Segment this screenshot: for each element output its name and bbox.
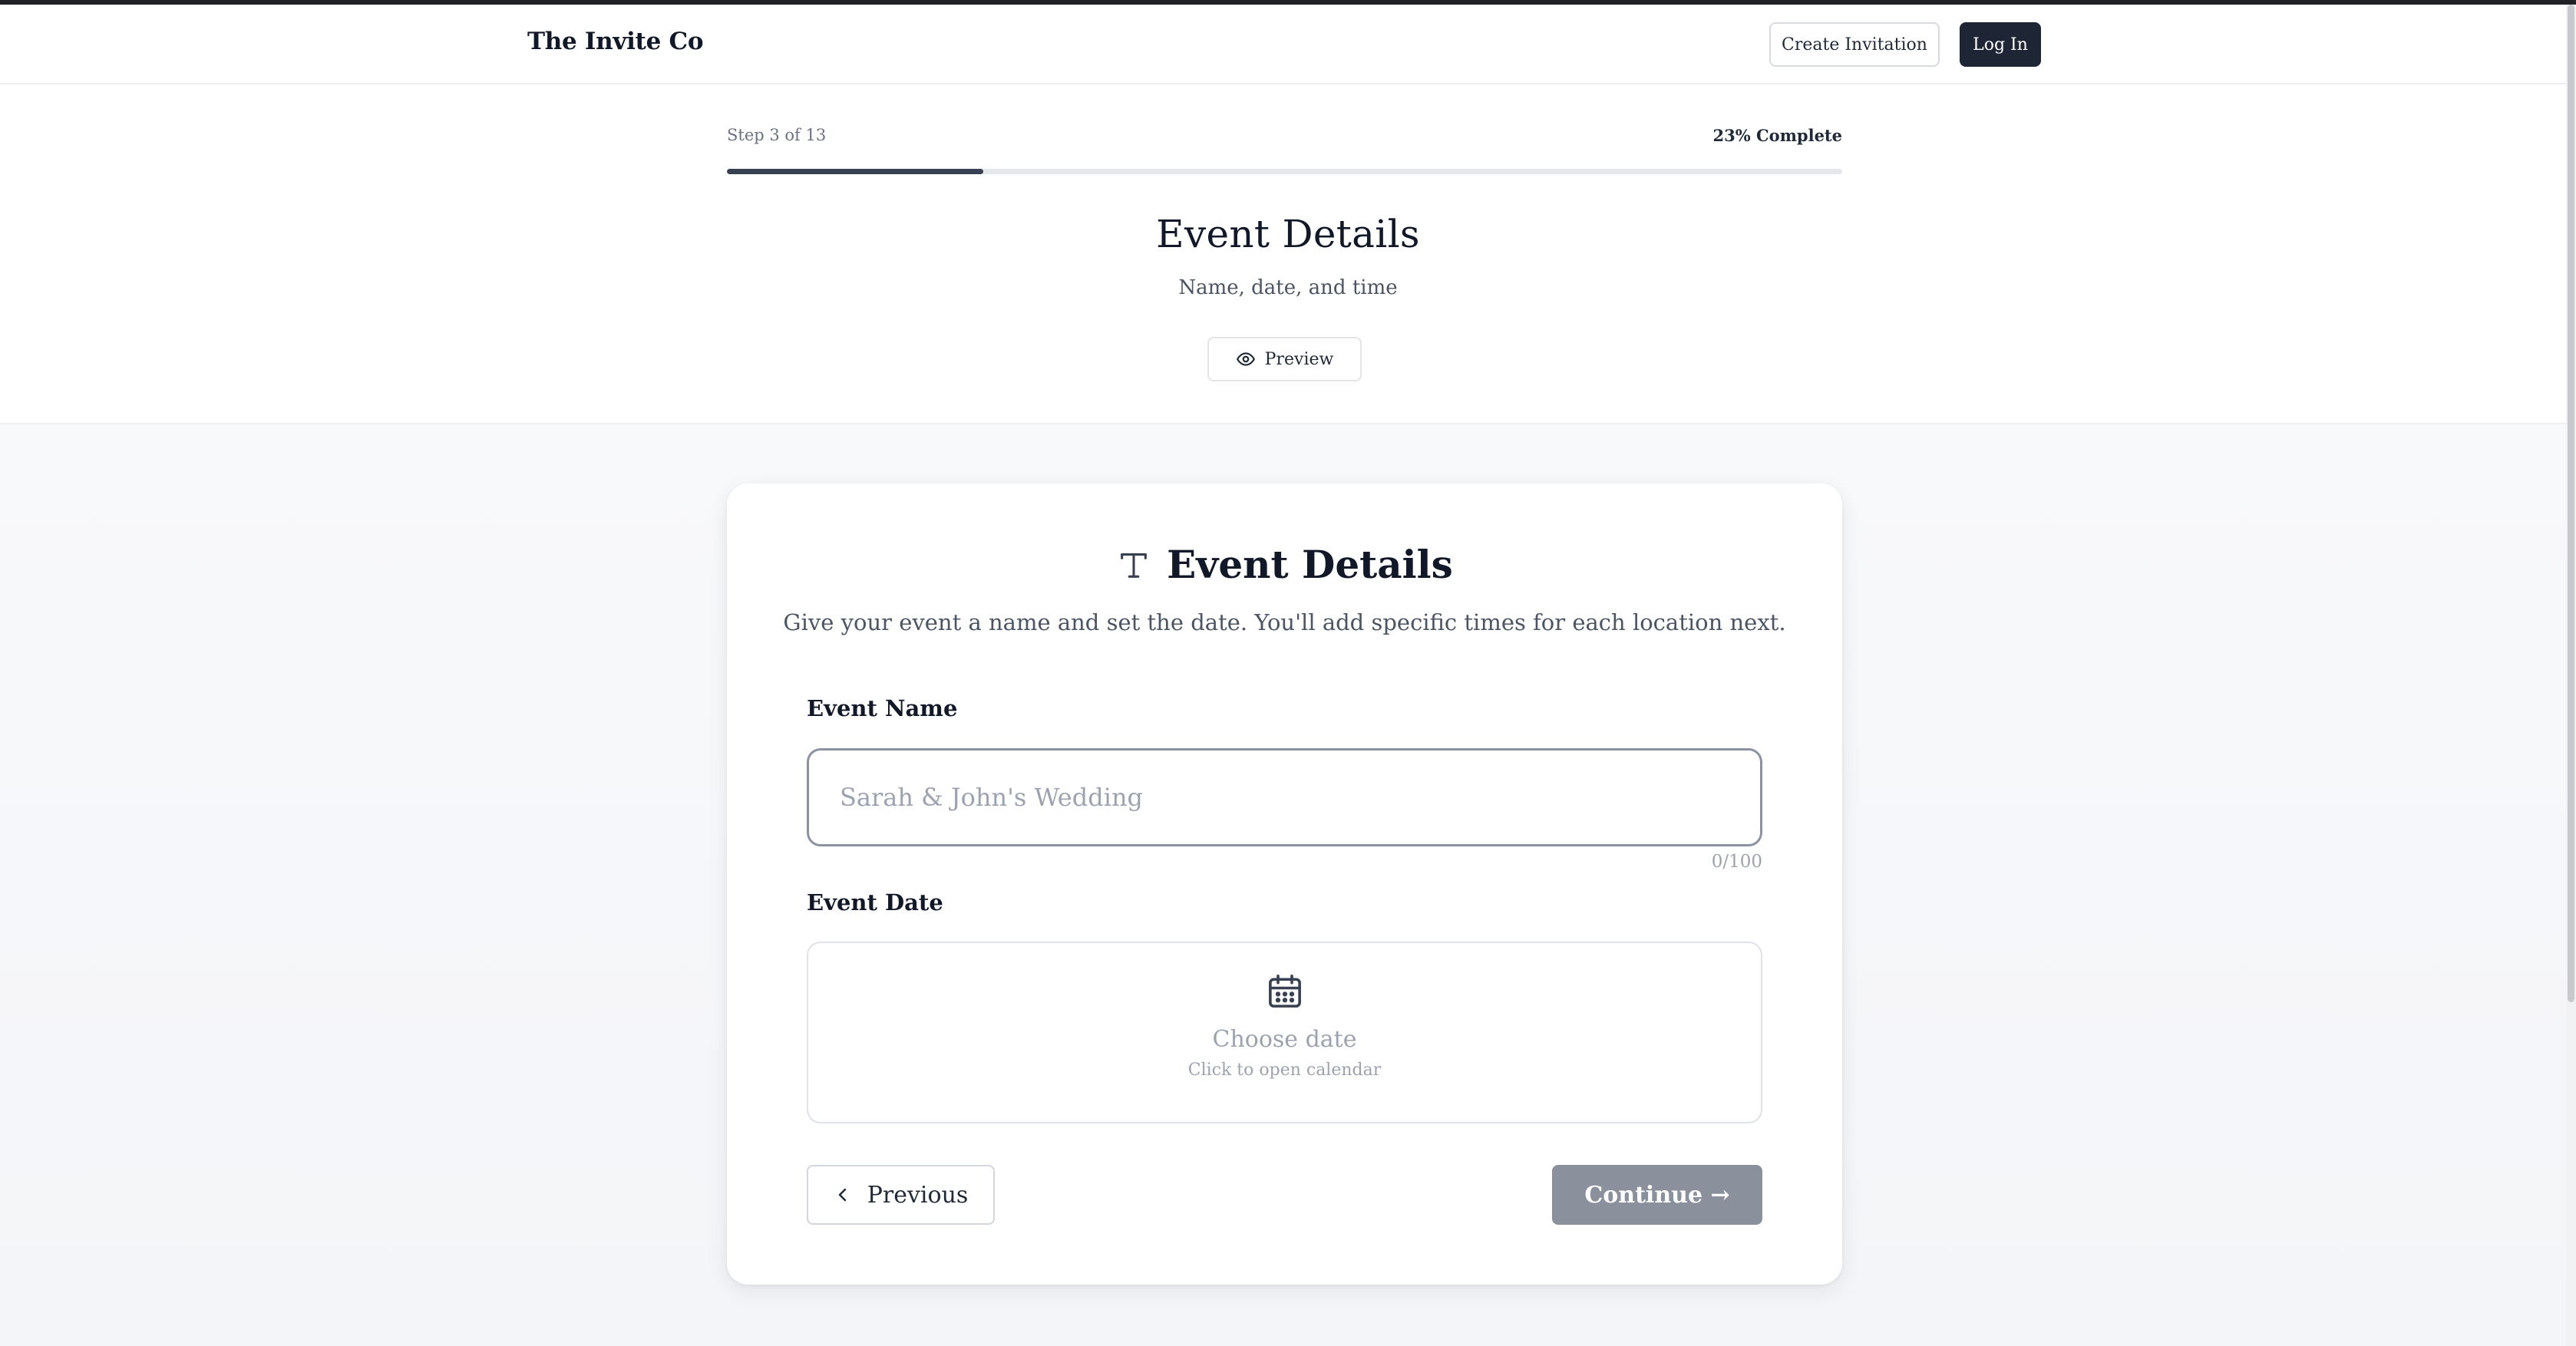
text-type-icon xyxy=(1121,553,1148,578)
login-button[interactable]: Log In xyxy=(1960,22,2041,67)
chevron-left-icon xyxy=(838,1188,846,1202)
continue-button[interactable]: Continue → xyxy=(1552,1165,1762,1225)
step-indicator: Step 3 of 13 xyxy=(727,126,827,144)
previous-button-label: Previous xyxy=(867,1181,969,1209)
preview-button[interactable]: Preview xyxy=(1207,337,1362,381)
page-scrollbar[interactable] xyxy=(2566,5,2576,1346)
progress-bar-fill xyxy=(727,169,984,174)
card-title: Event Details xyxy=(1167,542,1453,587)
site-header: The Invite Co Create Invitation Log In xyxy=(0,5,2576,84)
date-picker-trigger[interactable]: Choose date Click to open calendar xyxy=(807,942,1762,1123)
page-title: Event Details xyxy=(1156,212,1420,256)
card-heading: Event Details xyxy=(727,542,1842,587)
progress-bar xyxy=(727,169,1842,174)
previous-button[interactable]: Previous xyxy=(807,1165,995,1225)
event-name-input[interactable] xyxy=(807,748,1762,846)
eye-icon xyxy=(1236,352,1255,366)
event-date-label: Event Date xyxy=(807,889,943,915)
preview-button-label: Preview xyxy=(1264,349,1334,369)
event-name-label: Event Name xyxy=(807,695,958,721)
calendar-icon xyxy=(1268,974,1301,1008)
brand-logo[interactable]: The Invite Co xyxy=(527,28,704,55)
percent-complete: 23% Complete xyxy=(1712,126,1842,145)
date-placeholder: Choose date xyxy=(1212,1026,1357,1053)
scrollbar-thumb[interactable] xyxy=(2568,5,2574,1002)
create-invitation-button[interactable]: Create Invitation xyxy=(1769,22,1940,67)
card-description: Give your event a name and set the date.… xyxy=(783,609,1786,635)
event-details-card: Event Details Give your event a name and… xyxy=(727,483,1842,1285)
page-subtitle: Name, date, and time xyxy=(1178,276,1398,299)
character-counter: 0/100 xyxy=(1711,852,1762,872)
date-hint: Click to open calendar xyxy=(1187,1061,1382,1080)
